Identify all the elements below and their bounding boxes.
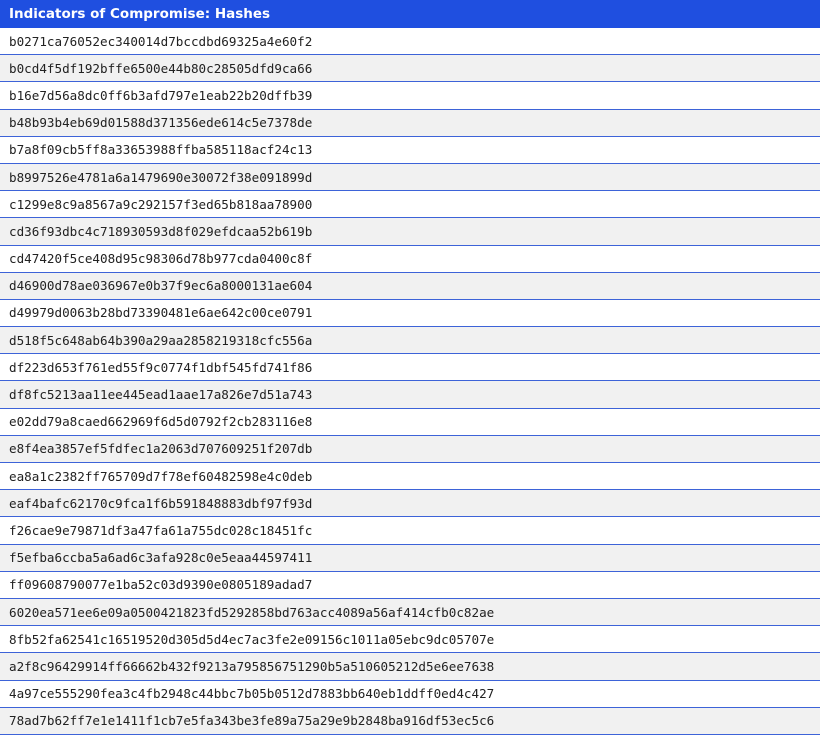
hash-row: 4a97ce555290fea3c4fb2948c44bbc7b05b0512d… <box>0 680 820 708</box>
hash-row: b0cd4f5df192bffe6500e44b80c28505dfd9ca66 <box>0 55 820 83</box>
table-title: Indicators of Compromise: Hashes <box>0 0 820 28</box>
hash-row: eaf4bafc62170c9fca1f6b591848883dbf97f93d <box>0 490 820 518</box>
hash-list: b0271ca76052ec340014d7bccdbd69325a4e60f2… <box>0 28 820 735</box>
hash-row: 8fb52fa62541c16519520d305d5d4ec7ac3fe2e0… <box>0 626 820 654</box>
hash-row: b48b93b4eb69d01588d371356ede614c5e7378de <box>0 109 820 137</box>
hash-row: 78ad7b62ff7e1e1411f1cb7e5fa343be3fe89a75… <box>0 707 820 735</box>
hash-row: e02dd79a8caed662969f6d5d0792f2cb283116e8 <box>0 408 820 436</box>
hash-row: f5efba6ccba5a6ad6c3afa928c0e5eaa44597411 <box>0 544 820 572</box>
ioc-hash-table: Indicators of Compromise: Hashes b0271ca… <box>0 0 820 735</box>
hash-row: d518f5c648ab64b390a29aa2858219318cfc556a <box>0 327 820 355</box>
hash-row: c1299e8c9a8567a9c292157f3ed65b818aa78900 <box>0 191 820 219</box>
hash-row: cd36f93dbc4c718930593d8f029efdcaa52b619b <box>0 218 820 246</box>
hash-row: d49979d0063b28bd73390481e6ae642c00ce0791 <box>0 299 820 328</box>
hash-row: a2f8c96429914ff66662b432f9213a7958567512… <box>0 653 820 681</box>
hash-row: e8f4ea3857ef5fdfec1a2063d707609251f207db <box>0 435 820 463</box>
hash-row: 6020ea571ee6e09a0500421823fd5292858bd763… <box>0 598 820 627</box>
hash-row: b0271ca76052ec340014d7bccdbd69325a4e60f2 <box>0 28 820 56</box>
hash-row: cd47420f5ce408d95c98306d78b977cda0400c8f <box>0 245 820 273</box>
hash-row: b7a8f09cb5ff8a33653988ffba585118acf24c13 <box>0 136 820 164</box>
hash-row: b8997526e4781a6a1479690e30072f38e091899d <box>0 163 820 192</box>
hash-row: f26cae9e79871df3a47fa61a755dc028c18451fc <box>0 517 820 545</box>
hash-row: df8fc5213aa11ee445ead1aae17a826e7d51a743 <box>0 381 820 409</box>
hash-row: b16e7d56a8dc0ff6b3afd797e1eab22b20dffb39 <box>0 82 820 110</box>
hash-row: ea8a1c2382ff765709d7f78ef60482598e4c0deb <box>0 463 820 491</box>
hash-row: df223d653f761ed55f9c0774f1dbf545fd741f86 <box>0 354 820 382</box>
hash-row: d46900d78ae036967e0b37f9ec6a8000131ae604 <box>0 272 820 300</box>
hash-row: ff09608790077e1ba52c03d9390e0805189adad7 <box>0 571 820 599</box>
